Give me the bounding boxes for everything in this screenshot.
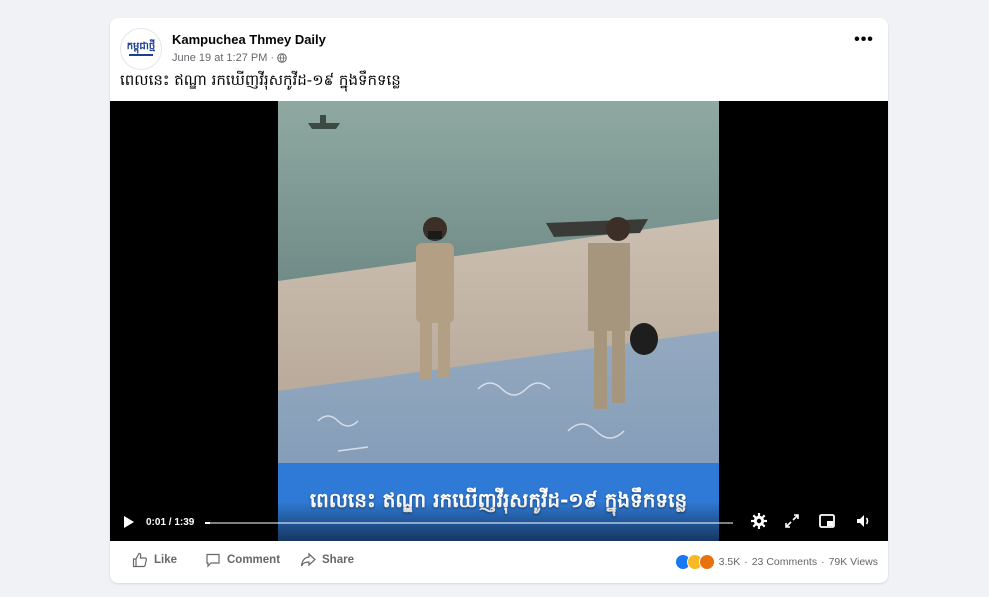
- page-logo-text: កម្ពុជាថ្មី: [126, 41, 156, 52]
- share-label: Share: [322, 554, 354, 566]
- comments-count[interactable]: 23 Comments: [752, 556, 817, 568]
- comment-button[interactable]: Comment: [205, 552, 280, 568]
- video-controls: 0:01 / 1:39: [110, 501, 888, 541]
- video-progress-fill: [205, 522, 211, 524]
- engagement-stats: 3.5K · 23 Comments · 79K Views: [674, 554, 878, 570]
- stats-separator: ·: [744, 556, 748, 568]
- settings-icon[interactable]: [750, 512, 768, 530]
- comment-label: Comment: [227, 554, 281, 566]
- video-progress-bar[interactable]: [205, 522, 733, 524]
- video-time: 0:01 / 1:39: [146, 517, 195, 528]
- post-timestamp[interactable]: June 19 at 1:27 PM: [172, 52, 267, 64]
- angry-reaction-icon: [698, 554, 715, 570]
- views-count: 79K Views: [828, 556, 878, 568]
- video-frame: ពេលនេះ ឥណ្ឌា រកឃើញវីរុសកូវីដ-១៩ ក្នុងទឹក…: [278, 101, 719, 541]
- share-icon: [300, 552, 316, 567]
- post-caption: ពេលនេះ ឥណ្ឌា រកឃើញវីរុសកូវីដ-១៩ ក្នុងទឹក…: [120, 71, 401, 89]
- fullscreen-icon[interactable]: [783, 512, 801, 530]
- globe-icon[interactable]: [277, 53, 287, 63]
- like-button[interactable]: Like: [132, 552, 177, 568]
- meta-separator: ·: [270, 52, 275, 64]
- post-card: កម្ពុជាថ្មី Kampuchea Thmey Daily June 1…: [110, 18, 888, 583]
- like-label: Like: [154, 554, 178, 566]
- reactions-count[interactable]: 3.5K: [719, 556, 741, 568]
- page-logo-underline: [129, 54, 153, 56]
- thumbs-up-icon: [132, 552, 147, 568]
- more-options-icon[interactable]: •••: [852, 30, 876, 50]
- play-icon[interactable]: [122, 515, 136, 529]
- comment-icon: [206, 553, 220, 568]
- page-avatar[interactable]: កម្ពុជាថ្មី: [120, 28, 162, 70]
- post-footer: Like Comment Share 3.5K · 23 Comments ·: [110, 541, 888, 583]
- post-header: កម្ពុជាថ្មី Kampuchea Thmey Daily June 1…: [110, 18, 888, 89]
- video-player[interactable]: ពេលនេះ ឥណ្ឌា រកឃើញវីរុសកូវីដ-១៩ ក្នុងទឹក…: [110, 101, 888, 541]
- post-meta: June 19 at 1:27 PM ·: [172, 52, 287, 64]
- page-name-link[interactable]: Kampuchea Thmey Daily: [172, 32, 326, 47]
- stats-separator: ·: [821, 556, 825, 568]
- picture-in-picture-icon[interactable]: [818, 512, 836, 530]
- reaction-icons[interactable]: [674, 554, 715, 570]
- share-button[interactable]: Share: [300, 552, 354, 568]
- volume-icon[interactable]: [854, 512, 872, 530]
